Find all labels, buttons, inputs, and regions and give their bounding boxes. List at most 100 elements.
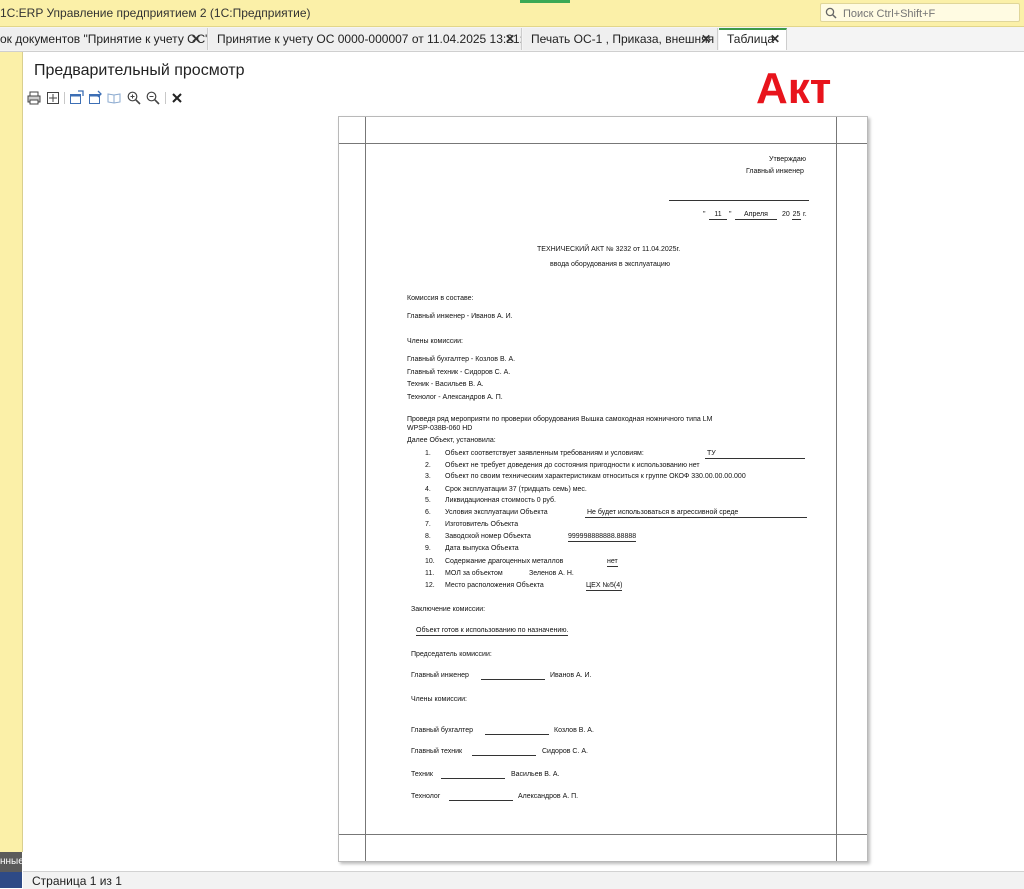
item-value: 999998888888.88888 bbox=[568, 533, 637, 542]
close-icon[interactable]: ✕ bbox=[191, 28, 201, 50]
close-icon[interactable]: ✕ bbox=[701, 28, 711, 50]
item-value: ТУ bbox=[707, 450, 716, 457]
tab-documents-list[interactable]: ок документов "Принятие к учету ОС" ✕ bbox=[0, 28, 208, 50]
signature-role: Главный бухгалтер bbox=[411, 727, 473, 734]
item-number: 4. bbox=[425, 486, 431, 493]
item-number: 11. bbox=[425, 570, 435, 577]
date-year-prefix: 20 bbox=[782, 211, 790, 218]
intro-line: Далее Объект, установила: bbox=[407, 437, 496, 444]
signature-line bbox=[441, 778, 505, 779]
left-panel-label[interactable]: нные bbox=[0, 852, 22, 872]
item-value: нет bbox=[607, 558, 618, 567]
approve-role: Главный инженер bbox=[746, 168, 804, 175]
left-panel-button[interactable] bbox=[0, 872, 22, 888]
conclusion-text: Объект готов к использованию по назначен… bbox=[416, 627, 569, 636]
member-line: Главный бухгалтер - Козлов В. А. bbox=[407, 356, 516, 363]
item-text: Место расположения Объекта bbox=[445, 582, 544, 589]
export-alt-icon[interactable] bbox=[87, 90, 103, 106]
commission-chief: Главный инженер - Иванов А. И. bbox=[407, 313, 513, 320]
book-icon[interactable] bbox=[106, 90, 122, 106]
print-icon[interactable] bbox=[26, 90, 42, 106]
search-box[interactable] bbox=[820, 3, 1020, 22]
signature-line bbox=[485, 734, 549, 735]
tab-label: ок документов "Принятие к учету ОС" bbox=[0, 32, 208, 46]
page-counter: Страница 1 из 1 bbox=[32, 874, 122, 888]
zoom-in-icon[interactable] bbox=[126, 90, 142, 106]
chairman-role: Главный инженер bbox=[411, 672, 469, 679]
date-month: Апреля bbox=[735, 210, 777, 220]
item-number: 12. bbox=[425, 582, 435, 589]
item-number: 1. bbox=[425, 450, 431, 457]
conclusion-label: Заключение комиссии: bbox=[411, 606, 486, 613]
item-text: Объект не требует доведения до состояния… bbox=[445, 462, 700, 469]
signature-line bbox=[472, 755, 536, 756]
zoom-out-icon[interactable] bbox=[145, 90, 161, 106]
tab-table[interactable]: Таблица ✕ bbox=[719, 28, 787, 50]
sign-members-label: Члены комиссии: bbox=[411, 696, 468, 703]
item-underline bbox=[705, 458, 805, 459]
commission-label: Комиссия в составе: bbox=[407, 295, 474, 302]
status-bar: Страница 1 из 1 bbox=[23, 871, 1024, 889]
act-title: ТЕХНИЧЕСКИЙ АКТ № 3232 от 11.04.2025г. bbox=[537, 246, 681, 253]
window-title: Предварительный просмотр bbox=[34, 62, 245, 79]
intro-line: Проведя ряд мероприяти по проверки обору… bbox=[407, 416, 713, 423]
signature-name: Сидоров С. А. bbox=[542, 748, 588, 755]
date-year: 25 bbox=[792, 211, 801, 220]
export-icon[interactable] bbox=[68, 90, 84, 106]
signature-role: Технолог bbox=[411, 793, 441, 800]
close-icon[interactable] bbox=[169, 90, 185, 106]
tab-label: Принятие к учету ОС 0000-000007 от 11.04… bbox=[217, 32, 522, 46]
member-line: Технолог - Александров А. П. bbox=[407, 394, 503, 401]
item-number: 6. bbox=[425, 509, 431, 516]
chairman-signature-line bbox=[481, 679, 545, 680]
document-body: Утверждаю Главный инженер " 11 " Апреля … bbox=[339, 117, 867, 861]
item-text: Содержание драгоценных металлов bbox=[445, 558, 564, 565]
overlay-caption: Акт bbox=[756, 64, 832, 113]
document-page: Утверждаю Главный инженер " 11 " Апреля … bbox=[338, 116, 868, 862]
signature-role: Главный техник bbox=[411, 748, 463, 755]
close-icon[interactable]: ✕ bbox=[770, 30, 780, 49]
item-number: 2. bbox=[425, 462, 431, 469]
member-line: Главный техник - Сидоров С. А. bbox=[407, 369, 511, 376]
date-day: 11 bbox=[709, 210, 727, 220]
item-text: Объект соответствует заявленным требован… bbox=[445, 450, 644, 457]
chairman-name: Иванов А. И. bbox=[550, 672, 592, 679]
signature-role: Техник bbox=[411, 771, 433, 778]
search-icon bbox=[825, 7, 837, 19]
item-number: 3. bbox=[425, 473, 431, 480]
item-text: МОЛ за объектом bbox=[445, 570, 503, 577]
item-text: Дата выпуска Объекта bbox=[445, 545, 519, 552]
item-number: 8. bbox=[425, 533, 431, 540]
signature-name: Александров А. П. bbox=[518, 793, 579, 800]
title-accent bbox=[520, 0, 570, 3]
date-year-suffix: г. bbox=[803, 211, 807, 218]
member-line: Техник - Васильев В. А. bbox=[407, 381, 484, 388]
item-text: Изготовитель Объекта bbox=[445, 521, 519, 528]
item-number: 5. bbox=[425, 497, 431, 504]
tab-label: Таблица bbox=[727, 32, 775, 46]
item-text: Условия эксплуатации Объекта bbox=[445, 509, 548, 516]
members-label: Члены комиссии: bbox=[407, 338, 464, 345]
signature-line bbox=[449, 800, 513, 801]
search-input[interactable] bbox=[841, 5, 1017, 22]
left-panel bbox=[0, 52, 23, 852]
act-subtitle: ввода оборудования в эксплуатацию bbox=[550, 261, 671, 268]
tab-print[interactable]: Печать ОС-1 , Приказа, внешняя ✕ bbox=[523, 28, 718, 50]
page-setup-icon[interactable] bbox=[45, 90, 61, 106]
item-underline bbox=[585, 517, 807, 518]
close-icon[interactable]: ✕ bbox=[505, 28, 515, 50]
tab-document-form[interactable]: Принятие к учету ОС 0000-000007 от 11.04… bbox=[209, 28, 522, 50]
signature-name: Козлов В. А. bbox=[554, 727, 594, 734]
item-number: 10. bbox=[425, 558, 435, 565]
toolbar-separator bbox=[64, 92, 65, 104]
approve-label: Утверждаю bbox=[769, 156, 806, 163]
item-value: Не будет использоваться в агрессивной ср… bbox=[587, 509, 739, 516]
item-text: Ликвидационная стоимость 0 руб. bbox=[445, 497, 556, 504]
toolbar-separator bbox=[165, 92, 166, 104]
chairman-label: Председатель комиссии: bbox=[411, 651, 492, 658]
title-bar: 1С:ERP Управление предприятием 2 (1С:Пре… bbox=[0, 0, 1024, 27]
app-title: 1С:ERP Управление предприятием 2 (1С:Пре… bbox=[0, 6, 311, 20]
item-value: Зеленов А. Н. bbox=[529, 570, 574, 577]
date-quote-close: " bbox=[729, 211, 732, 218]
tab-label: Печать ОС-1 , Приказа, внешняя bbox=[531, 32, 715, 46]
